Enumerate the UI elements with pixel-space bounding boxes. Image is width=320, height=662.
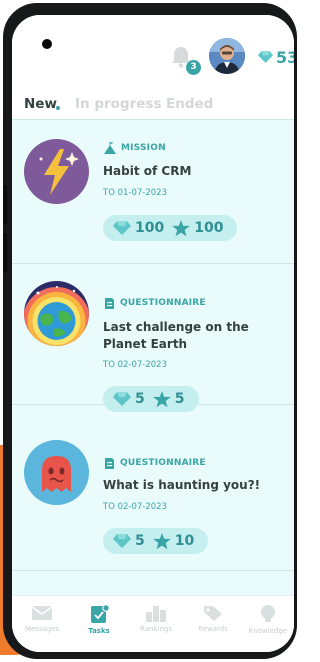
phone-side-button [3, 233, 7, 273]
gem-reward: 100 [135, 220, 165, 236]
bottom-navigation: Messages Tasks Rankings Rewards Knowledg… [12, 595, 294, 652]
envelope-icon [31, 606, 53, 620]
tab-new[interactable]: New [24, 96, 57, 112]
nav-label: Rankings [140, 625, 172, 633]
ghost-icon [24, 440, 89, 505]
task-due-date: TO 02-07-2023 [103, 360, 167, 370]
notification-badge: 3 [186, 60, 201, 75]
nav-label: Tasks [88, 627, 110, 635]
nav-label: Knowledge [248, 627, 288, 635]
task-rewards: 5 5 [103, 386, 199, 412]
task-tabs: New In progress Ended [12, 87, 294, 119]
lightbulb-icon [261, 605, 275, 622]
planet-earth-icon [24, 281, 89, 346]
task-rewards: 5 10 [103, 528, 209, 554]
nav-label: Messages [24, 625, 60, 633]
task-card[interactable]: QUESTIONNAIRE Last challenge on the Plan… [12, 264, 294, 412]
star-icon [152, 532, 171, 549]
diamond-icon [258, 51, 273, 63]
star-icon [172, 219, 191, 236]
tab-in-progress[interactable]: In progress [75, 96, 161, 112]
phone-side-button [3, 185, 7, 225]
questionnaire-icon [105, 297, 114, 309]
mission-flag-icon [104, 141, 116, 154]
front-camera [42, 39, 52, 49]
star-reward: 10 [174, 533, 195, 549]
star-reward: 5 [174, 391, 185, 407]
nav-rankings[interactable]: Rankings [128, 604, 184, 633]
task-type: MISSION [103, 141, 166, 155]
nav-rewards[interactable]: Rewards [185, 604, 241, 633]
tag-icon [204, 606, 222, 621]
lightning-icon [24, 139, 89, 204]
avatar[interactable] [209, 38, 245, 74]
new-indicator-dot [56, 106, 60, 110]
gem-reward: 5 [135, 391, 145, 407]
phone-frame: 3 53 New In progress Ended MISSION Habit… [3, 3, 297, 659]
nav-tasks[interactable]: Tasks [71, 604, 127, 635]
task-title: Last challenge on the Planet Earth [103, 320, 249, 351]
task-type-label: QUESTIONNAIRE [120, 458, 206, 468]
task-type-label: QUESTIONNAIRE [120, 298, 206, 308]
questionnaire-icon [105, 457, 114, 469]
task-type-label: MISSION [121, 143, 166, 153]
app-screen: 3 53 New In progress Ended MISSION Habit… [12, 15, 294, 652]
gem-reward: 5 [135, 533, 145, 549]
top-bar: 3 53 [12, 15, 294, 87]
diamond-icon [113, 221, 131, 235]
task-title: Habit of CRM [103, 164, 192, 178]
task-due-date: TO 01-07-2023 [103, 188, 167, 198]
diamond-icon [113, 392, 131, 406]
podium-icon [146, 606, 166, 622]
star-icon [152, 390, 171, 407]
diamond-icon [113, 534, 131, 548]
task-card[interactable]: QUESTIONNAIRE What is haunting you?! TO … [12, 425, 294, 571]
task-due-date: TO 02-07-2023 [103, 502, 167, 512]
nav-messages[interactable]: Messages [14, 604, 70, 633]
tab-ended[interactable]: Ended [166, 96, 213, 112]
gem-count: 53 [276, 47, 294, 67]
task-card[interactable]: MISSION Habit of CRM TO 01-07-2023 100 1… [12, 120, 294, 264]
task-title: What is haunting you?! [103, 478, 261, 492]
clipboard-check-icon [91, 604, 110, 623]
task-type: QUESTIONNAIRE [103, 456, 206, 470]
star-reward: 100 [194, 220, 224, 236]
nav-knowledge[interactable]: Knowledge [240, 604, 294, 635]
task-type: QUESTIONNAIRE [103, 296, 206, 310]
nav-label: Rewards [198, 625, 228, 633]
task-rewards: 100 100 [103, 215, 238, 241]
gem-balance[interactable]: 53 [258, 46, 294, 68]
